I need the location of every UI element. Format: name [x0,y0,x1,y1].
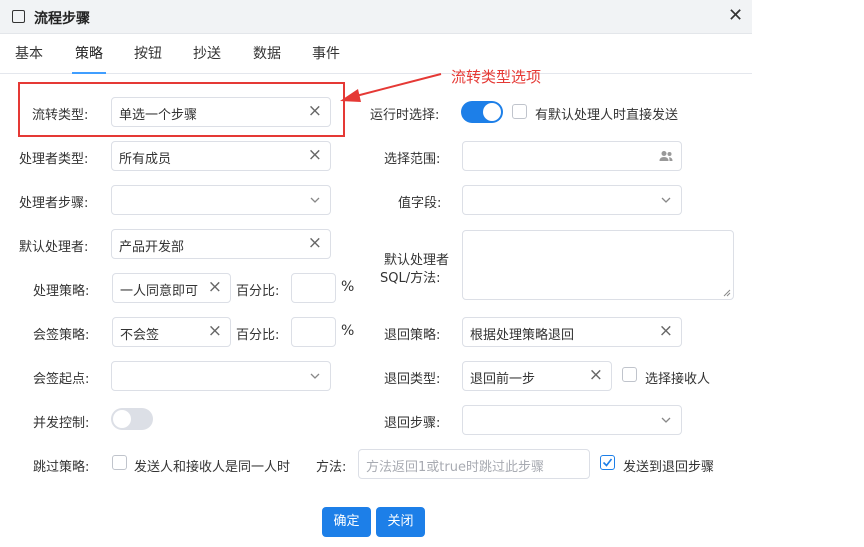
method-input[interactable]: 方法返回1或true时跳过此步骤 [358,449,590,479]
percent2-label: 百分比: [236,328,280,343]
chevron-down-icon [310,373,320,379]
same-person-checkbox[interactable] [112,455,127,470]
handler-type-label: 处理者类型: [19,152,89,167]
countersign-start-select[interactable] [111,361,331,391]
highlight-box [18,82,345,137]
same-person-label: 发送人和接收人是同一人时 [134,460,291,475]
default-handler-sql-label-2: SQL/方法: [380,271,441,286]
runtime-select-label: 运行时选择: [370,108,440,123]
countersign-start-label: 会签起点: [33,372,90,387]
clear-icon[interactable]: × [308,233,322,253]
close-icon[interactable]: ✕ [728,6,743,26]
method-label: 方法: [316,460,347,475]
handle-strategy-select[interactable]: 一人同意即可 × [112,273,231,303]
tab-events[interactable]: 事件 [312,43,340,63]
ok-button[interactable]: 确定 [322,507,371,537]
check-icon [602,458,613,467]
toggle-knob [483,103,501,121]
percent2-input[interactable] [291,317,336,347]
direct-send-checkbox[interactable] [512,104,527,119]
default-handler-value: 产品开发部 [119,240,185,255]
tab-strategy[interactable]: 策略 [75,43,103,63]
percent1-label: 百分比: [236,284,280,299]
tab-buttons[interactable]: 按钮 [134,43,162,63]
skip-strategy-label: 跳过策略: [33,460,90,475]
clear-icon[interactable]: × [208,321,222,341]
select-range-label: 选择范围: [384,152,441,167]
tab-data[interactable]: 数据 [253,43,281,63]
active-tab-indicator [72,72,106,74]
return-type-label: 退回类型: [384,372,441,387]
resize-handle-icon[interactable] [723,289,731,297]
handler-step-select[interactable] [111,185,331,215]
clear-icon[interactable]: × [208,277,222,297]
countersign-strategy-value: 不会签 [120,328,160,343]
tab-basic[interactable]: 基本 [15,43,43,63]
return-step-select[interactable] [462,405,682,435]
default-handler-label: 默认处理者: [19,240,89,255]
handler-step-label: 处理者步骤: [19,196,89,211]
toggle-knob [113,410,131,428]
method-placeholder: 方法返回1或true时跳过此步骤 [366,460,544,475]
handle-strategy-label: 处理策略: [33,284,90,299]
return-strategy-select[interactable]: 根据处理策略退回 × [462,317,682,347]
countersign-strategy-select[interactable]: 不会签 × [112,317,231,347]
default-handler-sql-textarea[interactable] [462,230,734,300]
value-field-label: 值字段: [398,196,442,211]
handle-strategy-value: 一人同意即可 [120,284,199,299]
tab-cc[interactable]: 抄送 [193,43,221,63]
people-icon[interactable] [659,150,673,162]
window-icon [12,10,25,23]
countersign-strategy-label: 会签策略: [33,328,90,343]
chevron-down-icon [310,197,320,203]
close-button[interactable]: 关闭 [376,507,425,537]
clear-icon[interactable]: × [308,145,322,165]
clear-icon[interactable]: × [589,365,603,385]
select-range-input[interactable] [462,141,682,171]
concurrency-label: 并发控制: [33,416,90,431]
return-type-select[interactable]: 退回前一步 × [462,361,612,391]
return-strategy-label: 退回策略: [384,328,441,343]
dialog-title: 流程步骤 [34,11,90,27]
default-handler-select[interactable]: 产品开发部 × [111,229,331,259]
return-strategy-value: 根据处理策略退回 [470,328,575,343]
direct-send-label: 有默认处理人时直接发送 [535,108,679,123]
return-type-value: 退回前一步 [470,372,536,387]
send-to-return-step-label: 发送到退回步骤 [623,460,715,475]
runtime-select-toggle[interactable] [461,101,503,123]
chevron-down-icon [661,417,671,423]
annotation-text: 流转类型选项 [451,68,542,86]
percent2-unit: % [341,323,355,339]
send-to-return-step-checkbox[interactable] [600,455,615,470]
handler-type-select[interactable]: 所有成员 × [111,141,331,171]
select-receiver-label: 选择接收人 [645,372,711,387]
value-field-select[interactable] [462,185,682,215]
percent1-unit: % [341,279,355,295]
clear-icon[interactable]: × [659,321,673,341]
concurrency-toggle[interactable] [111,408,153,430]
default-handler-sql-label-1: 默认处理者 [384,253,450,268]
return-step-label: 退回步骤: [384,416,441,431]
percent1-input[interactable] [291,273,336,303]
handler-type-value: 所有成员 [119,152,172,167]
chevron-down-icon [661,197,671,203]
title-bar: 流程步骤 ✕ [0,0,752,34]
tab-bar: 基本 策略 按钮 抄送 数据 事件 [0,34,752,74]
select-receiver-checkbox[interactable] [622,367,637,382]
